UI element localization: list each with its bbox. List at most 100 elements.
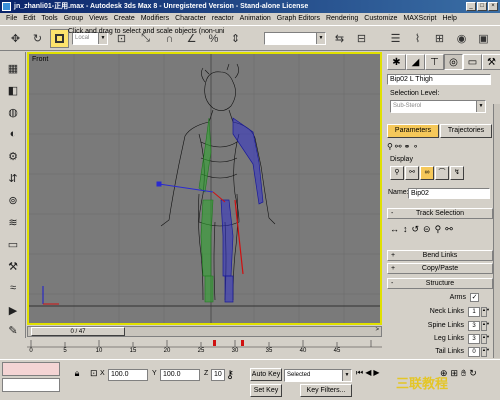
- motor-icon[interactable]: ⊚: [4, 192, 22, 208]
- menu-group[interactable]: Group: [61, 15, 86, 22]
- menu-views[interactable]: Views: [86, 15, 111, 22]
- preview-icon[interactable]: ▶: [4, 302, 22, 318]
- analyze-icon[interactable]: ✎: [4, 322, 22, 338]
- spinner-arrows-icon[interactable]: ▲▼: [481, 307, 490, 317]
- softbody-icon[interactable]: ◐: [4, 126, 22, 142]
- track-bar[interactable]: 0 5 10 15 20 25 30 35 40 45: [27, 338, 382, 358]
- object-name-field[interactable]: Bip02 L Thigh: [387, 74, 491, 85]
- render-scene-icon[interactable]: ▣: [474, 29, 493, 48]
- y-coordinate-field[interactable]: 100.0: [160, 369, 200, 381]
- body-rotation-icon[interactable]: ↺: [412, 224, 420, 238]
- fracture-icon[interactable]: ⚒: [4, 258, 22, 274]
- arc-rotate-icon[interactable]: ↻: [469, 368, 477, 382]
- cloth-icon[interactable]: ◧: [4, 82, 22, 98]
- motion-tab-icon[interactable]: ◎: [444, 54, 463, 70]
- figure-mode-icon[interactable]: ⚲: [387, 142, 393, 152]
- tail-links-spinner[interactable]: 0: [468, 347, 480, 357]
- curve-editor-icon[interactable]: ⌇: [408, 29, 427, 48]
- select-scale-button[interactable]: [50, 29, 69, 48]
- modify-tab-icon[interactable]: ◢: [406, 54, 425, 70]
- create-tab-icon[interactable]: ✱: [387, 54, 406, 70]
- set-key-button[interactable]: Set Key: [250, 384, 282, 397]
- schematic-view-icon[interactable]: ⊞: [430, 29, 449, 48]
- toy-car-icon[interactable]: ▭: [4, 236, 22, 252]
- minimize-button[interactable]: _: [466, 2, 476, 11]
- lock-cog-icon[interactable]: ⊝: [423, 224, 431, 238]
- layer-manager-icon[interactable]: ☰: [386, 29, 405, 48]
- menu-maxscript[interactable]: MAXScript: [400, 15, 439, 22]
- rollout-bend-links[interactable]: + Bend Links: [387, 250, 493, 261]
- mirror-icon[interactable]: ⇆: [330, 29, 349, 48]
- x-coordinate-field[interactable]: 100.0: [108, 369, 148, 381]
- spinner-arrows-icon[interactable]: ▲▼: [481, 334, 490, 344]
- select-move-icon[interactable]: ✥: [6, 29, 25, 48]
- rollout-track-selection[interactable]: - Track Selection: [387, 208, 493, 219]
- tab-parameters[interactable]: Parameters: [387, 124, 439, 138]
- maxscript-listener-input[interactable]: [2, 378, 60, 392]
- selection-level-dropdown[interactable]: Sub-Sterol ▼: [390, 100, 486, 113]
- menu-help[interactable]: Help: [439, 15, 459, 22]
- tab-trajectories[interactable]: Trajectories: [440, 124, 492, 138]
- menu-file[interactable]: File: [3, 15, 20, 22]
- menu-edit[interactable]: Edit: [20, 15, 38, 22]
- utilities-tab-icon[interactable]: ⚒: [482, 54, 500, 70]
- leg-links-spinner[interactable]: 3: [468, 334, 480, 344]
- hierarchy-tab-icon[interactable]: ⊤: [425, 54, 444, 70]
- menu-character[interactable]: Character: [172, 15, 209, 22]
- time-slider-thumb[interactable]: 0 / 47: [31, 327, 125, 336]
- close-button[interactable]: ×: [488, 2, 498, 11]
- maximize-button[interactable]: □: [477, 2, 487, 11]
- align-icon[interactable]: ⊟: [352, 29, 371, 48]
- maxscript-listener-output[interactable]: [2, 362, 60, 376]
- command-panel-scrollbar[interactable]: [493, 104, 500, 358]
- menu-reactor[interactable]: reactor: [209, 15, 237, 22]
- body-vertical-icon[interactable]: ↕: [403, 224, 408, 238]
- motion-flow-icon[interactable]: ⚭: [404, 142, 411, 152]
- sphere-icon[interactable]: ◍: [4, 104, 22, 120]
- preferences-icon[interactable]: ↯: [450, 166, 464, 180]
- menu-graph-editors[interactable]: Graph Editors: [274, 15, 323, 22]
- trajectory-display-icon[interactable]: ⌒: [435, 166, 449, 180]
- bones-display-icon[interactable]: ⚯: [405, 166, 419, 180]
- opposite-icon[interactable]: ⚯: [445, 224, 453, 238]
- water-icon[interactable]: ≈: [4, 280, 22, 296]
- menu-modifiers[interactable]: Modifiers: [138, 15, 172, 22]
- menu-create[interactable]: Create: [111, 15, 138, 22]
- viewport-label[interactable]: Front: [32, 56, 48, 63]
- mixer-icon[interactable]: ⚬: [412, 142, 419, 152]
- go-to-start-icon[interactable]: ⏮: [356, 368, 363, 382]
- biped-name-field[interactable]: Bip02: [408, 188, 490, 199]
- rollout-copy-paste[interactable]: + Copy/Paste: [387, 263, 493, 274]
- absolute-mode-icon[interactable]: ⊡: [90, 368, 98, 379]
- rollout-structure[interactable]: - Structure: [387, 278, 493, 289]
- front-viewport[interactable]: Front: [27, 52, 382, 325]
- z-coordinate-field[interactable]: 10: [211, 369, 225, 381]
- wind-icon[interactable]: ≋: [4, 214, 22, 230]
- zoom-all-icon[interactable]: ⊞: [451, 368, 459, 382]
- arms-checkbox[interactable]: ✓: [470, 293, 479, 302]
- named-selection-dropdown[interactable]: ▼: [264, 32, 326, 45]
- lock-selection-icon[interactable]: 🔒︎: [66, 368, 88, 382]
- key-icon[interactable]: ⚷: [226, 368, 234, 381]
- spring-icon[interactable]: ⚙: [4, 148, 22, 164]
- rigid-body-icon[interactable]: ▦: [4, 60, 22, 76]
- app-icon[interactable]: [2, 2, 11, 11]
- previous-frame-icon[interactable]: ◀: [365, 368, 371, 382]
- spine-links-spinner[interactable]: 3: [468, 321, 480, 331]
- menu-customize[interactable]: Customize: [361, 15, 400, 22]
- key-filters-button[interactable]: Key Filters...: [300, 384, 352, 397]
- body-horizontal-icon[interactable]: ↔: [390, 224, 399, 238]
- time-slider[interactable]: 0 / 47 >: [27, 326, 382, 337]
- next-frame-icon[interactable]: >: [375, 327, 379, 333]
- auto-key-button[interactable]: Auto Key: [250, 368, 282, 381]
- footstep-mode-icon[interactable]: ⚯: [395, 142, 402, 152]
- select-rotate-icon[interactable]: ↻: [28, 29, 47, 48]
- menu-animation[interactable]: Animation: [237, 15, 274, 22]
- neck-links-spinner[interactable]: 1: [468, 307, 480, 317]
- dashpot-icon[interactable]: ⇵: [4, 170, 22, 186]
- display-tab-icon[interactable]: ▭: [463, 54, 482, 70]
- menu-rendering[interactable]: Rendering: [323, 15, 361, 22]
- menu-tools[interactable]: Tools: [38, 15, 60, 22]
- symmetrical-icon[interactable]: ⚲: [435, 224, 442, 238]
- objects-display-icon[interactable]: ⚲: [390, 166, 404, 180]
